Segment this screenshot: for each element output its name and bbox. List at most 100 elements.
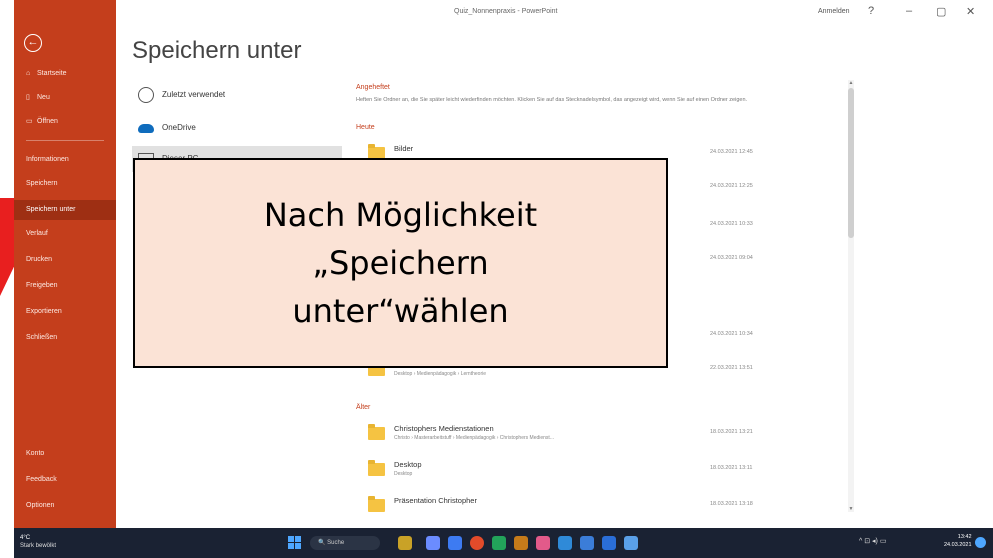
file-date: 22.03.2021 13:51 bbox=[710, 365, 753, 371]
sidebar-item-label: Speichern bbox=[26, 180, 58, 187]
sidebar-item-informationen[interactable]: Informationen bbox=[14, 150, 116, 170]
clock[interactable]: 13:42 24.03.2021 bbox=[944, 533, 972, 549]
location-label: OneDrive bbox=[162, 123, 196, 132]
app-icon[interactable] bbox=[448, 536, 462, 550]
file-row[interactable]: Präsentation Christopher 18.03.2021 13:1… bbox=[368, 492, 838, 520]
folder-icon bbox=[368, 496, 385, 512]
clock-icon bbox=[138, 87, 154, 103]
notification-icon[interactable] bbox=[975, 537, 986, 548]
scrollbar[interactable]: ▲ ▼ bbox=[848, 80, 854, 512]
location-label: Zuletzt verwendet bbox=[162, 90, 226, 99]
callout-line: unter“wählen bbox=[292, 292, 509, 330]
sidebar-item-oeffnen[interactable]: ▭ Öffnen bbox=[14, 112, 116, 132]
windows-start-icon[interactable] bbox=[288, 536, 301, 549]
location-onedrive[interactable]: OneDrive bbox=[132, 115, 342, 141]
scroll-down-icon[interactable]: ▼ bbox=[848, 506, 854, 512]
file-row[interactable]: Christophers Medienstationen Christo › M… bbox=[368, 420, 838, 448]
taskbar-search[interactable]: 🔍 Suche bbox=[310, 536, 380, 550]
sidebar-item-label: Öffnen bbox=[37, 118, 58, 125]
sidebar-item-neu[interactable]: ▯ Neu bbox=[14, 88, 116, 108]
sidebar-item-schliessen[interactable]: Schließen bbox=[14, 328, 116, 348]
onedrive-cloud-icon bbox=[138, 124, 154, 133]
file-path: Desktop bbox=[394, 471, 413, 477]
sidebar-item-label: Informationen bbox=[26, 156, 69, 163]
app-icon[interactable] bbox=[558, 536, 572, 550]
backstage-sidebar: ← ⌂ Startseite ▯ Neu ▭ Öffnen Informationen… bbox=[14, 0, 116, 528]
sidebar-item-optionen[interactable]: Optionen bbox=[14, 496, 116, 516]
back-arrow-icon[interactable]: ← bbox=[24, 34, 42, 52]
new-icon: ▯ bbox=[26, 94, 30, 101]
callout-line: Nach Möglichkeit bbox=[263, 196, 538, 234]
sidebar-item-label: Startseite bbox=[37, 70, 67, 77]
signin-link[interactable]: Anmelden bbox=[818, 8, 850, 15]
slide-frame: ← ⌂ Startseite ▯ Neu ▭ Öffnen Informationen… bbox=[0, 0, 993, 558]
open-folder-icon: ▭ bbox=[26, 118, 33, 125]
sidebar-item-speichern-unter[interactable]: Speichern unter bbox=[14, 200, 116, 220]
sidebar-item-speichern[interactable]: Speichern bbox=[14, 174, 116, 194]
firefox-icon[interactable] bbox=[470, 536, 484, 550]
today-header: Heute bbox=[356, 124, 375, 131]
folder-icon bbox=[368, 460, 385, 476]
scroll-up-icon[interactable]: ▲ bbox=[848, 80, 854, 86]
maximize-button[interactable]: ▢ bbox=[936, 5, 946, 18]
instruction-callout: Nach Möglichkeit „Speichern unter“wählen bbox=[133, 158, 668, 368]
app-icon[interactable] bbox=[514, 536, 528, 550]
clock-date: 24.03.2021 bbox=[944, 542, 972, 548]
weather-widget[interactable]: 4°C Stark bewölkt bbox=[20, 534, 56, 550]
app-icon[interactable] bbox=[492, 536, 506, 550]
file-row[interactable]: Desktop Desktop 18.03.2021 13:11 bbox=[368, 456, 838, 484]
file-date: 24.03.2021 10:33 bbox=[710, 221, 753, 227]
file-date: 18.03.2021 13:21 bbox=[710, 429, 753, 435]
app-icon[interactable] bbox=[536, 536, 550, 550]
help-button[interactable]: ? bbox=[868, 5, 874, 17]
file-date: 18.03.2021 13:18 bbox=[710, 501, 753, 507]
sidebar-item-label: Exportieren bbox=[26, 308, 62, 315]
sidebar-item-label: Freigeben bbox=[26, 282, 58, 289]
location-recent[interactable]: Zuletzt verwendet bbox=[132, 82, 342, 108]
sidebar-divider bbox=[26, 140, 104, 141]
file-name: Christophers Medienstationen bbox=[394, 424, 494, 433]
file-date: 24.03.2021 12:45 bbox=[710, 149, 753, 155]
document-title: Quiz_Nonnenpraxis - PowerPoint bbox=[454, 8, 558, 15]
app-icon[interactable] bbox=[426, 536, 440, 550]
sidebar-item-konto[interactable]: Konto bbox=[14, 444, 116, 464]
file-date: 24.03.2021 10:34 bbox=[710, 331, 753, 337]
scroll-thumb[interactable] bbox=[848, 88, 854, 238]
file-date: 24.03.2021 09:04 bbox=[710, 255, 753, 261]
callout-text: Nach Möglichkeit „Speichern unter“wählen bbox=[135, 191, 666, 335]
word-icon[interactable] bbox=[602, 536, 616, 550]
file-name: Bilder bbox=[394, 144, 414, 153]
title-bar: Quiz_Nonnenpraxis - PowerPoint Anmelden … bbox=[116, 0, 993, 28]
minimize-button[interactable]: – bbox=[906, 5, 912, 17]
sidebar-item-label: Neu bbox=[37, 94, 50, 101]
clock-time: 13:42 bbox=[957, 534, 972, 540]
pinned-header: Angeheftet bbox=[356, 84, 390, 91]
edge-icon[interactable] bbox=[580, 536, 594, 550]
sidebar-item-label: Feedback bbox=[26, 476, 57, 483]
folder-icon bbox=[368, 424, 385, 440]
file-path: Christo › Masterarbeitstuff › Medienpäda… bbox=[394, 435, 554, 441]
file-explorer-icon[interactable] bbox=[398, 536, 412, 550]
sidebar-item-verlauf[interactable]: Verlauf bbox=[14, 224, 116, 244]
sidebar-item-exportieren[interactable]: Exportieren bbox=[14, 302, 116, 322]
file-name: Präsentation Christopher bbox=[394, 496, 477, 505]
app-icon[interactable] bbox=[624, 536, 638, 550]
sidebar-item-freigeben[interactable]: Freigeben bbox=[14, 276, 116, 296]
file-date: 24.03.2021 12:25 bbox=[710, 183, 753, 189]
sidebar-item-label: Verlauf bbox=[26, 230, 48, 237]
sidebar-item-drucken[interactable]: Drucken bbox=[14, 250, 116, 270]
sidebar-item-label: Schließen bbox=[26, 334, 58, 341]
sidebar-item-startseite[interactable]: ⌂ Startseite bbox=[14, 64, 116, 84]
pinned-description: Heften Sie Ordner an, die Sie später lei… bbox=[356, 97, 748, 103]
search-label: Suche bbox=[327, 540, 345, 546]
windows-taskbar: 4°C Stark bewölkt 🔍 Suche ^ ⊡ ◂) ▭ 13:42… bbox=[14, 528, 993, 558]
sidebar-item-label: Konto bbox=[26, 450, 45, 457]
sidebar-item-feedback[interactable]: Feedback bbox=[14, 470, 116, 490]
page-title: Speichern unter bbox=[132, 37, 302, 64]
sidebar-item-label: Optionen bbox=[26, 502, 55, 509]
system-tray[interactable]: ^ ⊡ ◂) ▭ bbox=[859, 537, 886, 545]
weather-desc: Stark bewölkt bbox=[20, 543, 57, 549]
older-header: Älter bbox=[356, 404, 371, 411]
red-arrow-marker bbox=[0, 198, 14, 296]
close-button[interactable]: ✕ bbox=[966, 5, 975, 18]
